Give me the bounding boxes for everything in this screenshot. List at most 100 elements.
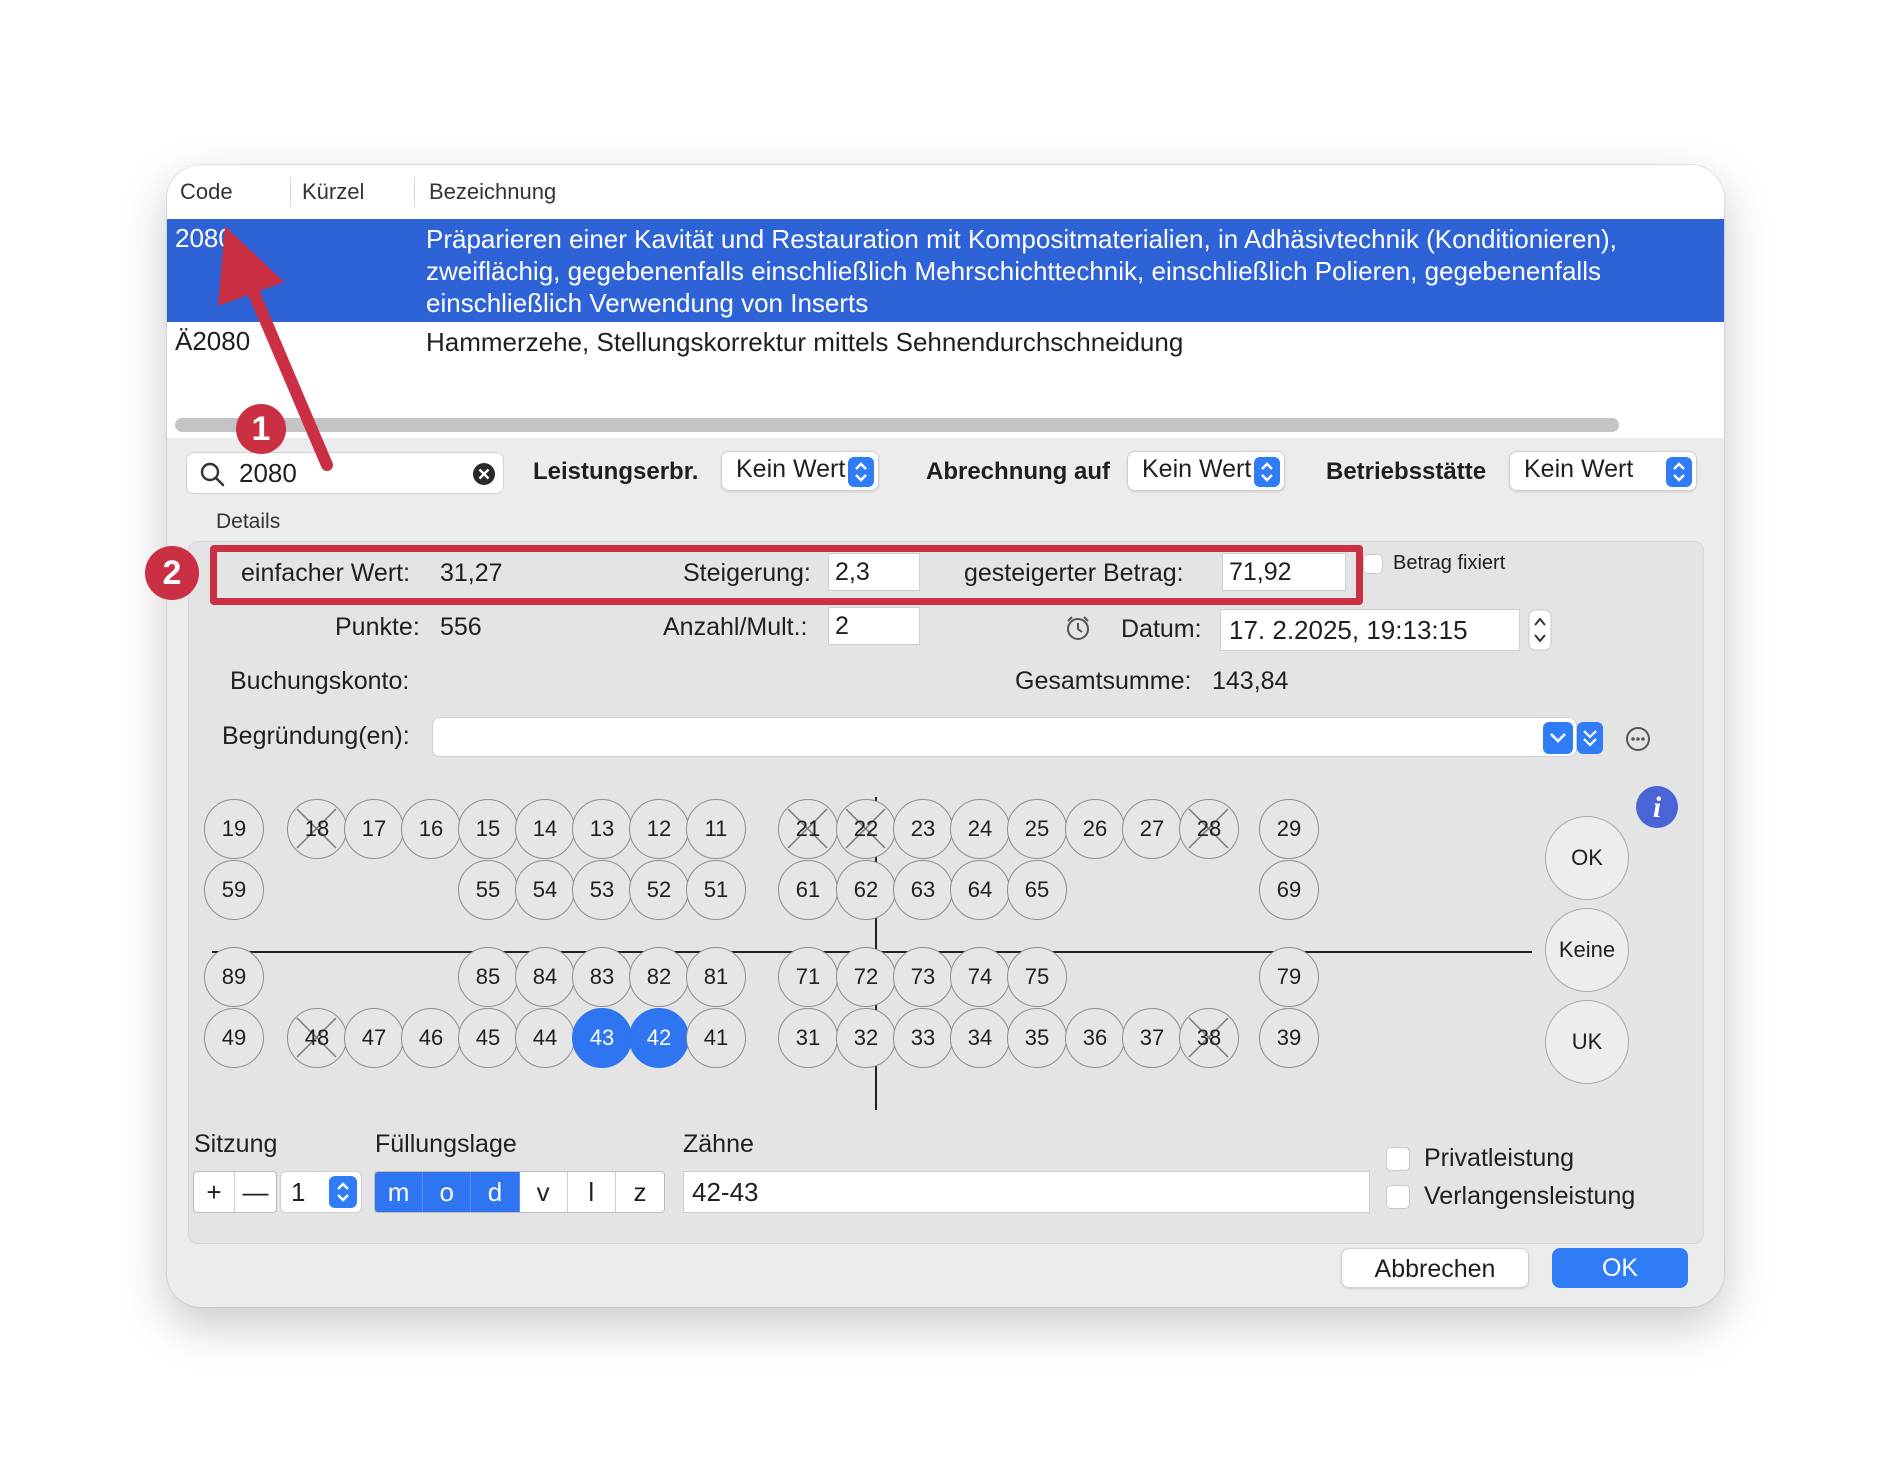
ok-button[interactable]: OK	[1552, 1248, 1688, 1288]
tooth-17[interactable]: 17	[344, 799, 404, 859]
betrag-fixiert-label: Betrag fixiert	[1393, 552, 1506, 574]
tooth-52[interactable]: 52	[629, 860, 689, 920]
abrechnung-popup[interactable]: Kein Wert	[1127, 451, 1285, 491]
tooth-38[interactable]: 38	[1179, 1008, 1239, 1068]
tooth-55[interactable]: 55	[458, 860, 518, 920]
tooth-43[interactable]: 43	[572, 1008, 632, 1068]
column-header-bezeichnung[interactable]: Bezeichnung	[429, 175, 556, 209]
tooth-11[interactable]: 11	[686, 799, 746, 859]
tooth-89[interactable]: 89	[204, 947, 264, 1007]
horizontal-scrollbar[interactable]	[175, 418, 1619, 432]
info-icon[interactable]: i	[1634, 784, 1680, 830]
segment-z[interactable]: z	[616, 1172, 664, 1212]
tooth-53[interactable]: 53	[572, 860, 632, 920]
tooth-15[interactable]: 15	[458, 799, 518, 859]
tooth-18[interactable]: 18	[287, 799, 347, 859]
tooth-81[interactable]: 81	[686, 947, 746, 1007]
tooth-63[interactable]: 63	[893, 860, 953, 920]
tooth-23[interactable]: 23	[893, 799, 953, 859]
column-header-code[interactable]: Code	[180, 175, 233, 209]
tooth-27[interactable]: 27	[1122, 799, 1182, 859]
jaw-uk-button[interactable]: UK	[1545, 1000, 1629, 1084]
tooth-82[interactable]: 82	[629, 947, 689, 1007]
segment-m[interactable]: m	[375, 1172, 424, 1212]
tooth-79[interactable]: 79	[1259, 947, 1319, 1007]
more-icon[interactable]	[1625, 726, 1651, 752]
cancel-button[interactable]: Abbrechen	[1341, 1248, 1529, 1288]
tooth-31[interactable]: 31	[778, 1008, 838, 1068]
tooth-36[interactable]: 36	[1065, 1008, 1125, 1068]
tooth-83[interactable]: 83	[572, 947, 632, 1007]
chevron-down-icon[interactable]	[1543, 722, 1603, 754]
tooth-73[interactable]: 73	[893, 947, 953, 1007]
datum-field[interactable]: 17. 2.2025, 19:13:15	[1220, 609, 1520, 651]
sitzung-plus-button[interactable]: +	[194, 1172, 236, 1212]
jaw-ok-button[interactable]: OK	[1545, 816, 1629, 900]
begruendung-combobox[interactable]	[432, 717, 1577, 757]
tooth-33[interactable]: 33	[893, 1008, 953, 1068]
tooth-62[interactable]: 62	[836, 860, 896, 920]
tooth-26[interactable]: 26	[1065, 799, 1125, 859]
tooth-69[interactable]: 69	[1259, 860, 1319, 920]
tooth-35[interactable]: 35	[1007, 1008, 1067, 1068]
tooth-65[interactable]: 65	[1007, 860, 1067, 920]
tooth-22[interactable]: 22	[836, 799, 896, 859]
anzahl-field[interactable]: 2	[828, 607, 920, 645]
segment-v[interactable]: v	[520, 1172, 568, 1212]
clear-icon[interactable]	[472, 462, 496, 486]
tooth-24[interactable]: 24	[950, 799, 1010, 859]
tooth-29[interactable]: 29	[1259, 799, 1319, 859]
segment-l[interactable]: l	[568, 1172, 616, 1212]
tooth-72[interactable]: 72	[836, 947, 896, 1007]
sitzung-minus-button[interactable]: —	[235, 1172, 276, 1212]
tooth-number: 64	[967, 877, 993, 902]
tooth-41[interactable]: 41	[686, 1008, 746, 1068]
updown-chevron-icon[interactable]	[329, 1176, 357, 1208]
tooth-16[interactable]: 16	[401, 799, 461, 859]
tooth-54[interactable]: 54	[515, 860, 575, 920]
tooth-number: 84	[532, 964, 558, 989]
tooth-85[interactable]: 85	[458, 947, 518, 1007]
tooth-14[interactable]: 14	[515, 799, 575, 859]
betrag-fixiert-checkbox[interactable]	[1363, 554, 1383, 574]
betriebsstaette-popup[interactable]: Kein Wert	[1509, 451, 1697, 491]
tooth-19[interactable]: 19	[204, 799, 264, 859]
tooth-61[interactable]: 61	[778, 860, 838, 920]
tooth-39[interactable]: 39	[1259, 1008, 1319, 1068]
jaw-keine-button[interactable]: Keine	[1545, 908, 1629, 992]
tooth-25[interactable]: 25	[1007, 799, 1067, 859]
tooth-74[interactable]: 74	[950, 947, 1010, 1007]
tooth-64[interactable]: 64	[950, 860, 1010, 920]
tooth-84[interactable]: 84	[515, 947, 575, 1007]
zaehne-field[interactable]: 42-43	[683, 1171, 1370, 1213]
privatleistung-checkbox[interactable]	[1386, 1147, 1410, 1171]
alarm-clock-icon[interactable]	[1063, 613, 1093, 643]
tooth-44[interactable]: 44	[515, 1008, 575, 1068]
tooth-21[interactable]: 21	[778, 799, 838, 859]
tooth-71[interactable]: 71	[778, 947, 838, 1007]
tooth-34[interactable]: 34	[950, 1008, 1010, 1068]
verlangensleistung-checkbox[interactable]	[1386, 1185, 1410, 1209]
tooth-48[interactable]: 48	[287, 1008, 347, 1068]
tooth-32[interactable]: 32	[836, 1008, 896, 1068]
leistungserbr-popup[interactable]: Kein Wert	[721, 451, 879, 491]
tooth-51[interactable]: 51	[686, 860, 746, 920]
tooth-59[interactable]: 59	[204, 860, 264, 920]
tooth-13[interactable]: 13	[572, 799, 632, 859]
tooth-49[interactable]: 49	[204, 1008, 264, 1068]
tooth-47[interactable]: 47	[344, 1008, 404, 1068]
tooth-45[interactable]: 45	[458, 1008, 518, 1068]
tooth-42[interactable]: 42	[629, 1008, 689, 1068]
tooth-46[interactable]: 46	[401, 1008, 461, 1068]
table-row-selected[interactable]: 2080 Präparieren einer Kavität und Resta…	[167, 219, 1724, 322]
table-row[interactable]: Ä2080 Hammerzehe, Stellungskorrektur mit…	[167, 322, 1724, 362]
tooth-37[interactable]: 37	[1122, 1008, 1182, 1068]
date-stepper[interactable]	[1528, 609, 1552, 651]
segment-d[interactable]: d	[471, 1172, 520, 1212]
column-header-kuerzel[interactable]: Kürzel	[302, 175, 364, 209]
tooth-12[interactable]: 12	[629, 799, 689, 859]
tooth-75[interactable]: 75	[1007, 947, 1067, 1007]
segment-o[interactable]: o	[423, 1172, 472, 1212]
tooth-28[interactable]: 28	[1179, 799, 1239, 859]
tooth-number: 59	[221, 877, 247, 902]
